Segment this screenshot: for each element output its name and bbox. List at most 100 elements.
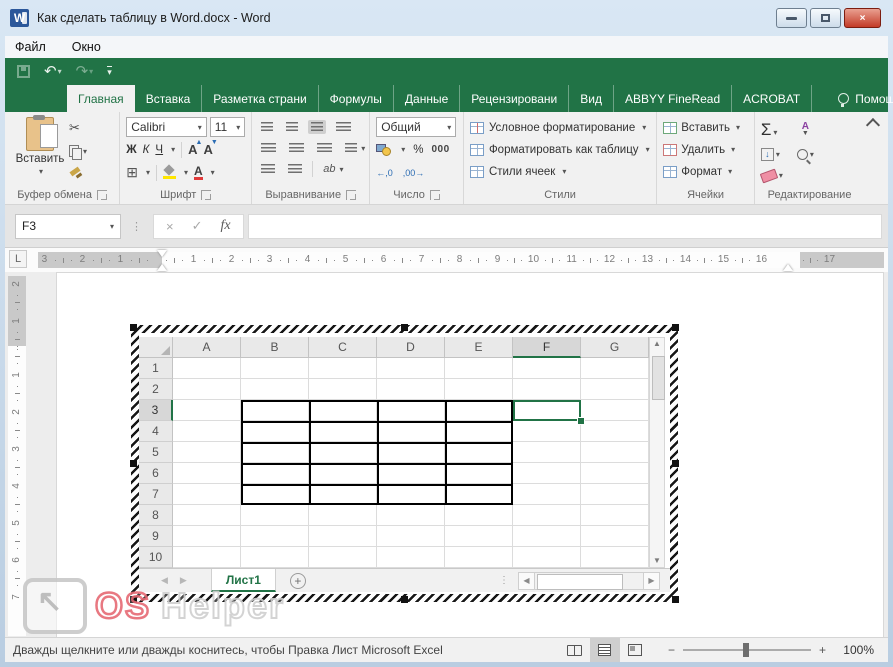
tab-1[interactable]: Главная (67, 85, 135, 112)
tell-me-tab[interactable]: Помощн (826, 85, 893, 112)
cell-D9[interactable] (377, 526, 445, 547)
number-format-select[interactable]: Общий▾ (376, 117, 456, 137)
align-left-button[interactable] (258, 141, 279, 155)
cell-D7[interactable] (377, 484, 445, 505)
restore-button[interactable] (810, 8, 841, 28)
zoom-slider[interactable] (683, 649, 811, 651)
cell-G2[interactable] (581, 379, 649, 400)
percent-button[interactable]: % (413, 144, 423, 156)
align-center-button[interactable] (286, 141, 307, 155)
cell-C8[interactable] (309, 505, 377, 526)
conditional-formatting-button[interactable]: Условное форматирование▾ (470, 117, 650, 138)
cell-A10[interactable] (173, 547, 241, 568)
minimize-button[interactable] (776, 8, 807, 28)
resize-handle-right[interactable] (672, 460, 679, 467)
formula-input[interactable] (248, 214, 882, 239)
cell-C6[interactable] (309, 463, 377, 484)
cell-A8[interactable] (173, 505, 241, 526)
undo-button[interactable]: ↶▾ (44, 64, 62, 79)
right-indent-marker[interactable] (783, 259, 793, 271)
add-sheet-button[interactable]: + (290, 573, 306, 589)
cell-E10[interactable] (445, 547, 513, 568)
insert-function-icon[interactable]: fx (221, 218, 231, 234)
column-header-F[interactable]: F (513, 337, 581, 358)
cell-B5[interactable] (241, 442, 309, 463)
undo-dropdown-icon[interactable]: ▾ (58, 68, 62, 76)
cell-B6[interactable] (241, 463, 309, 484)
tab-5[interactable]: Данные (394, 85, 460, 112)
tab-stop-selector[interactable]: L (9, 250, 27, 268)
resize-handle-bottom-right[interactable] (672, 596, 679, 603)
select-all-corner[interactable] (139, 337, 173, 358)
cell-E2[interactable] (445, 379, 513, 400)
cell-A5[interactable] (173, 442, 241, 463)
cell-F5[interactable] (513, 442, 581, 463)
bold-button[interactable]: Ж (126, 144, 136, 156)
cell-styles-button[interactable]: Стили ячеек▾ (470, 161, 650, 182)
cell-D6[interactable] (377, 463, 445, 484)
tab-4[interactable]: Формулы (319, 85, 394, 112)
fill-button[interactable]: ↓▾ (761, 148, 783, 161)
menu-file[interactable]: Файл (15, 40, 46, 54)
vscroll-thumb[interactable] (652, 356, 665, 400)
cell-C2[interactable] (309, 379, 377, 400)
hanging-indent-marker[interactable] (157, 259, 167, 271)
cell-F8[interactable] (513, 505, 581, 526)
tab-6[interactable]: Рецензировани (460, 85, 569, 112)
decrease-font-button[interactable]: A▼ (203, 142, 212, 157)
merge-center-button[interactable]: ▾ (342, 141, 368, 155)
number-dialog-launcher[interactable] (430, 190, 440, 200)
cell-C1[interactable] (309, 358, 377, 379)
cell-C9[interactable] (309, 526, 377, 547)
cell-F1[interactable] (513, 358, 581, 379)
cell-G8[interactable] (581, 505, 649, 526)
cell-D1[interactable] (377, 358, 445, 379)
excel-grid[interactable]: ABCDEFG12345678910 (139, 337, 649, 568)
cell-E3[interactable] (445, 400, 513, 421)
save-icon[interactable] (17, 65, 30, 78)
cell-C10[interactable] (309, 547, 377, 568)
cut-button[interactable]: ✂ (69, 119, 87, 137)
row-header-8[interactable]: 8 (139, 505, 173, 526)
accounting-format-button[interactable] (376, 144, 391, 156)
hscroll-right-icon[interactable]: ▶ (643, 572, 660, 590)
cell-G9[interactable] (581, 526, 649, 547)
insert-cells-button[interactable]: Вставить▾ (663, 117, 748, 138)
scroll-down-icon[interactable]: ▼ (653, 557, 661, 565)
redo-dropdown-icon[interactable]: ▾ (89, 68, 93, 76)
cell-F7[interactable] (513, 484, 581, 505)
cell-G5[interactable] (581, 442, 649, 463)
tab-9[interactable]: ACROBAT (732, 85, 812, 112)
cell-B3[interactable] (241, 400, 309, 421)
cell-A6[interactable] (173, 463, 241, 484)
borders-button[interactable]: ⊞ (126, 164, 138, 181)
font-name-select[interactable]: Calibri▾ (126, 117, 207, 137)
cell-A1[interactable] (173, 358, 241, 379)
column-header-D[interactable]: D (377, 337, 445, 358)
cell-D10[interactable] (377, 547, 445, 568)
cell-G10[interactable] (581, 547, 649, 568)
row-header-10[interactable]: 10 (139, 547, 173, 568)
hscroll-thumb[interactable] (537, 574, 623, 590)
resize-handle-left[interactable] (130, 460, 137, 467)
autosum-button[interactable]: Σ▾ (761, 121, 783, 138)
excel-vertical-scrollbar[interactable]: ▲ ▼ (649, 337, 665, 568)
cell-E6[interactable] (445, 463, 513, 484)
cell-C3[interactable] (309, 400, 377, 421)
column-header-G[interactable]: G (581, 337, 649, 358)
font-size-select[interactable]: 11▾ (210, 117, 245, 137)
cell-C4[interactable] (309, 421, 377, 442)
redo-button[interactable]: ↷▾ (76, 64, 94, 79)
hscroll-left-icon[interactable]: ◀ (518, 572, 535, 590)
cell-E7[interactable] (445, 484, 513, 505)
format-cells-button[interactable]: Формат▾ (663, 161, 748, 182)
align-middle-button[interactable] (283, 120, 301, 134)
cell-F4[interactable] (513, 421, 581, 442)
delete-cells-button[interactable]: Удалить▾ (663, 139, 748, 160)
format-as-table-button[interactable]: Форматировать как таблицу▾ (470, 139, 650, 160)
resize-handle-bottom[interactable] (401, 596, 408, 603)
read-mode-button[interactable] (560, 638, 590, 662)
tab-8[interactable]: ABBYY FineRead (614, 85, 732, 112)
excel-horizontal-scrollbar[interactable]: ◀ ▶ (518, 572, 660, 590)
zoom-in-button[interactable]: + (819, 643, 826, 657)
